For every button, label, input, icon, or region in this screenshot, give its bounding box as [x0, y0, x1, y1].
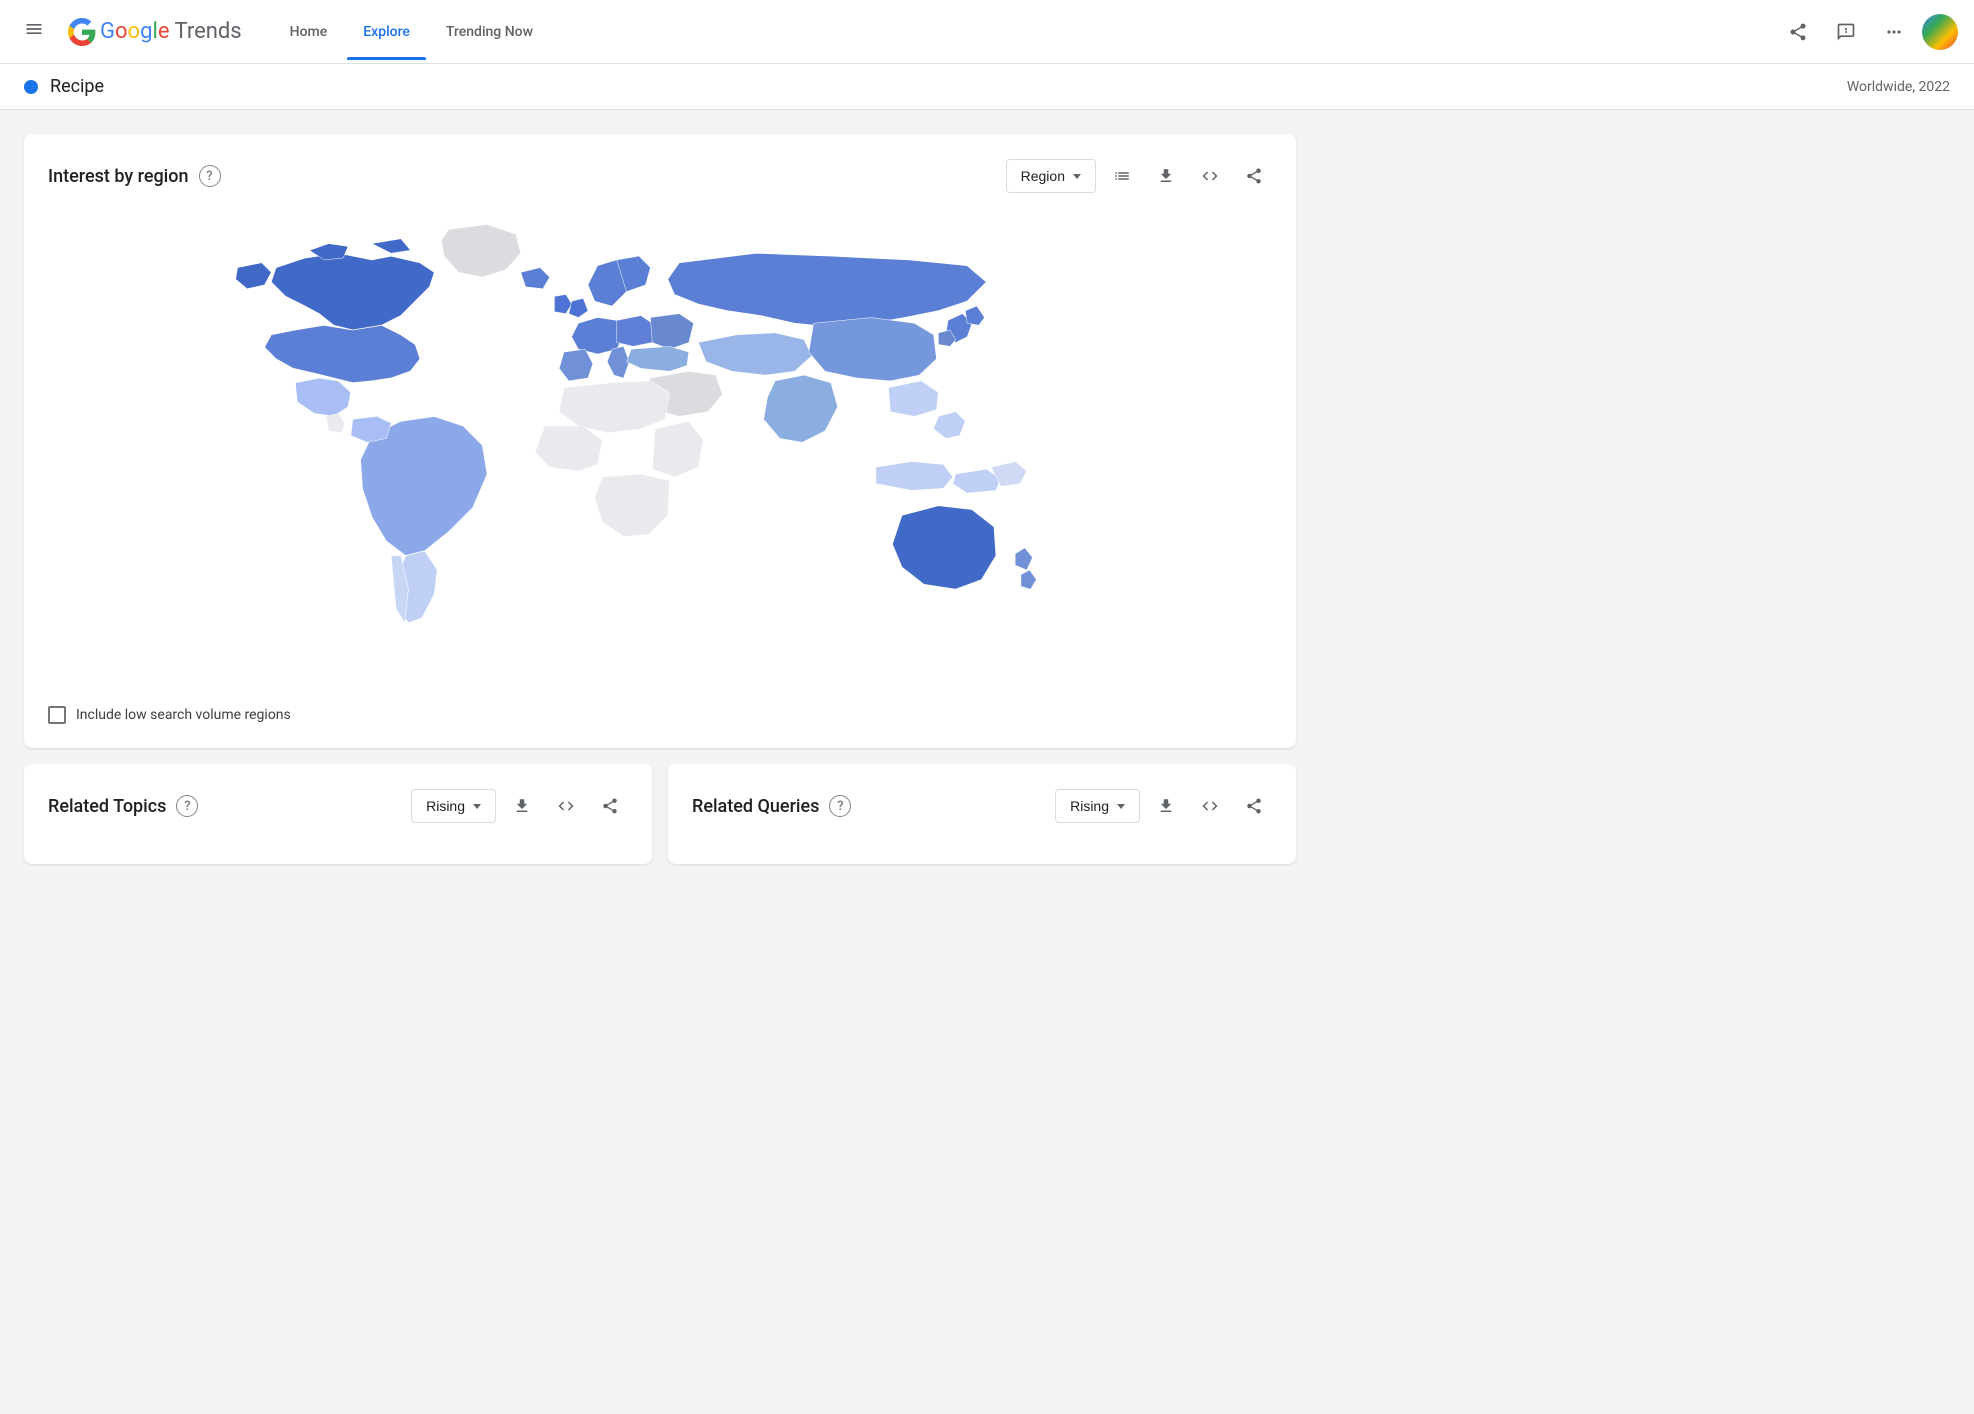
- related-topics-filter-button[interactable]: Rising: [411, 789, 496, 823]
- checkbox-row: Include low search volume regions: [48, 706, 1272, 724]
- related-queries-actions: Rising: [1055, 788, 1272, 824]
- region-chevron-icon: [1073, 174, 1081, 179]
- related-topics-embed-icon[interactable]: [548, 788, 584, 824]
- related-queries-filter-label: Rising: [1070, 798, 1109, 814]
- main-nav: Home Explore Trending Now: [274, 4, 1778, 60]
- nav-explore[interactable]: Explore: [347, 4, 426, 60]
- related-topics-header: Related Topics ? Rising: [48, 788, 628, 824]
- related-queries-help-icon[interactable]: ?: [829, 795, 851, 817]
- related-queries-card: Related Queries ? Rising: [668, 764, 1296, 864]
- related-topics-filter-label: Rising: [426, 798, 465, 814]
- header: Google Trends Home Explore Trending Now: [0, 0, 1974, 64]
- related-queries-title-group: Related Queries ?: [692, 795, 851, 817]
- region-filter-button[interactable]: Region: [1006, 159, 1096, 193]
- related-topics-title-group: Related Topics ?: [48, 795, 198, 817]
- related-queries-share-icon[interactable]: [1236, 788, 1272, 824]
- nav-trending-now[interactable]: Trending Now: [430, 4, 549, 60]
- related-queries-download-icon[interactable]: [1148, 788, 1184, 824]
- list-view-icon[interactable]: [1104, 158, 1140, 194]
- card-title-group-region: Interest by region ?: [48, 165, 221, 187]
- main-content: Interest by region ? Region: [0, 110, 1320, 888]
- header-actions: [1778, 12, 1958, 52]
- related-queries-filter-button[interactable]: Rising: [1055, 789, 1140, 823]
- card-actions-region: Region: [1006, 158, 1272, 194]
- share-region-icon[interactable]: [1236, 158, 1272, 194]
- logo-text: Google Trends: [100, 19, 242, 44]
- search-term-group: Recipe: [24, 76, 104, 97]
- feedback-icon[interactable]: [1826, 12, 1866, 52]
- related-topics-help-icon[interactable]: ?: [176, 795, 198, 817]
- related-queries-title: Related Queries: [692, 796, 819, 817]
- interest-by-region-card: Interest by region ? Region: [24, 134, 1296, 748]
- related-topics-chevron-icon: [473, 804, 481, 809]
- location-time-label: Worldwide, 2022: [1847, 79, 1950, 95]
- bottom-row: Related Topics ? Rising: [24, 764, 1296, 864]
- low-volume-checkbox[interactable]: [48, 706, 66, 724]
- related-topics-share-icon[interactable]: [592, 788, 628, 824]
- world-map: [48, 210, 1272, 690]
- related-topics-card: Related Topics ? Rising: [24, 764, 652, 864]
- menu-icon[interactable]: [16, 11, 52, 52]
- card-header-region: Interest by region ? Region: [48, 158, 1272, 194]
- share-icon[interactable]: [1778, 12, 1818, 52]
- related-queries-header: Related Queries ? Rising: [692, 788, 1272, 824]
- related-topics-download-icon[interactable]: [504, 788, 540, 824]
- search-bar: Recipe Worldwide, 2022: [0, 64, 1974, 110]
- interest-by-region-help-icon[interactable]: ?: [199, 165, 221, 187]
- term-color-indicator: [24, 80, 38, 94]
- checkbox-label: Include low search volume regions: [76, 707, 291, 723]
- nav-home[interactable]: Home: [274, 4, 344, 60]
- logo[interactable]: Google Trends: [68, 18, 242, 46]
- apps-icon[interactable]: [1874, 12, 1914, 52]
- related-topics-title: Related Topics: [48, 796, 166, 817]
- region-filter-label: Region: [1021, 168, 1065, 184]
- search-term-text: Recipe: [50, 76, 104, 97]
- download-icon[interactable]: [1148, 158, 1184, 194]
- related-topics-actions: Rising: [411, 788, 628, 824]
- user-avatar[interactable]: [1922, 14, 1958, 50]
- related-queries-chevron-icon: [1117, 804, 1125, 809]
- interest-by-region-title: Interest by region: [48, 166, 189, 187]
- related-queries-embed-icon[interactable]: [1192, 788, 1228, 824]
- embed-icon[interactable]: [1192, 158, 1228, 194]
